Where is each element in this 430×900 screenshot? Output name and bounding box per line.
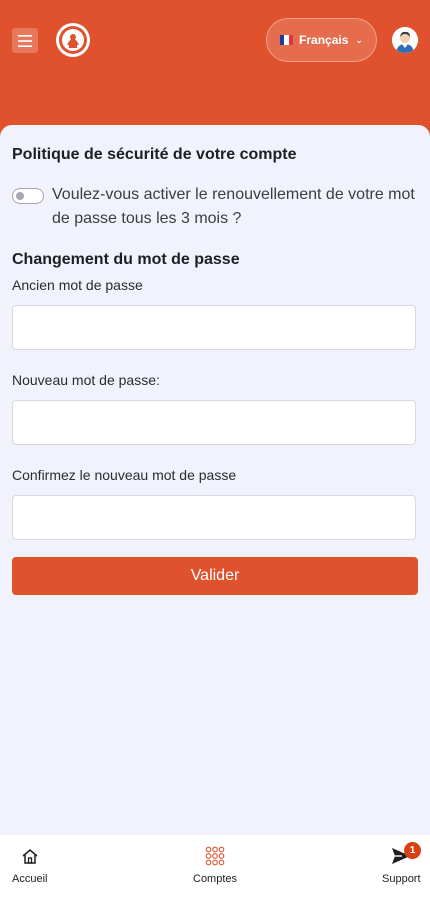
new-password-label: Nouveau mot de passe:	[12, 372, 160, 388]
old-password-label: Ancien mot de passe	[12, 277, 143, 293]
nav-label-accueil: Accueil	[12, 873, 48, 885]
confirm-password-field[interactable]	[12, 495, 416, 540]
bank-logo-icon[interactable]	[55, 22, 91, 58]
submit-button[interactable]: Valider	[12, 557, 418, 595]
chevron-down-icon: ⌄	[355, 34, 363, 45]
old-password-field[interactable]	[12, 305, 416, 350]
confirm-password-label: Confirmez le nouveau mot de passe	[12, 467, 237, 483]
bottom-navigation: Accueil Comptes Support 1	[0, 835, 430, 900]
security-policy-title: Politique de sécurité de votre compte	[12, 146, 297, 163]
nav-item-accueil[interactable]: Accueil	[12, 845, 47, 885]
grid-dots-icon	[205, 845, 225, 867]
content-card: Politique de sécurité de votre compte Vo…	[0, 125, 430, 835]
user-avatar-icon[interactable]	[392, 27, 418, 53]
language-selector[interactable]: Français ⌄	[266, 18, 377, 62]
support-notification-badge: 1	[404, 842, 421, 859]
nav-label-comptes: Comptes	[193, 873, 238, 885]
password-change-title: Changement du mot de passe	[12, 251, 240, 268]
password-renewal-toggle[interactable]	[12, 188, 44, 204]
nav-label-support: Support	[382, 873, 421, 885]
menu-button[interactable]	[12, 28, 38, 53]
hamburger-menu-icon	[18, 34, 32, 47]
app-header: Français ⌄	[0, 0, 430, 140]
toggle-knob	[16, 192, 24, 200]
password-renewal-label: Voulez-vous activer le renouvellement de…	[52, 186, 415, 227]
france-flag-icon	[280, 35, 294, 45]
new-password-field[interactable]	[12, 400, 416, 445]
language-label: Français	[299, 33, 349, 47]
nav-item-comptes[interactable]: Comptes	[193, 845, 237, 885]
home-icon	[21, 845, 39, 867]
